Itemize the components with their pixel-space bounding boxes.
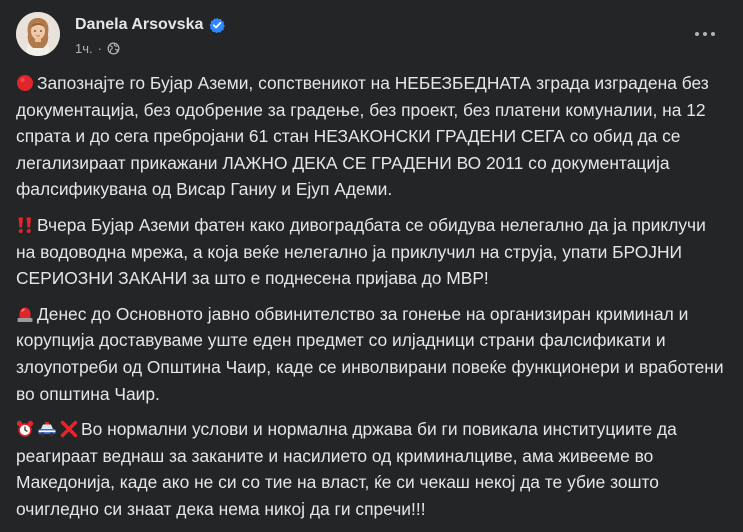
verified-badge-icon — [209, 17, 226, 33]
post-meta: 1ч. · — [75, 41, 120, 56]
paragraph-text: Денес до Основното јавно обвинителство з… — [16, 303, 724, 404]
post-card: Danela Arsovska 1ч. · Запознајте го Буја… — [0, 0, 743, 519]
avatar[interactable] — [16, 12, 60, 56]
author-name-row: Danela Arsovska — [75, 16, 226, 34]
police-car-icon — [38, 422, 56, 437]
post-paragraph: Вчера Бујар Аземи фатен како дивоградбат… — [16, 212, 728, 292]
post-header: Danela Arsovska 1ч. · — [16, 12, 727, 62]
post-paragraph: Во нормални услови и нормална држава би … — [16, 416, 728, 522]
more-dot-icon — [711, 32, 715, 36]
cross-mark-icon — [60, 420, 78, 438]
alarm-clock-icon — [16, 420, 34, 437]
post-body: Запознајте го Бујар Аземи, сопственикот … — [16, 70, 728, 532]
paragraph-text: Запознајте го Бујар Аземи, сопственикот … — [16, 73, 709, 200]
red-circle-icon — [17, 75, 33, 91]
siren-icon — [17, 307, 33, 322]
more-dot-icon — [703, 32, 707, 36]
paragraph-text: Во нормални услови и нормална држава би … — [16, 419, 677, 519]
globe-icon — [107, 42, 120, 55]
paragraph-text: Вчера Бујар Аземи фатен како дивоградбат… — [16, 214, 706, 289]
double-exclamation-icon — [18, 217, 31, 233]
meta-separator: · — [97, 41, 102, 56]
more-options-button[interactable] — [687, 22, 723, 46]
post-paragraph: Запознајте го Бујар Аземи, сопственикот … — [16, 70, 728, 203]
more-dot-icon — [695, 32, 699, 36]
author-name[interactable]: Danela Arsovska — [75, 16, 203, 34]
post-paragraph: Денес до Основното јавно обвинителство з… — [16, 301, 728, 407]
post-timestamp[interactable]: 1ч. — [75, 41, 93, 56]
